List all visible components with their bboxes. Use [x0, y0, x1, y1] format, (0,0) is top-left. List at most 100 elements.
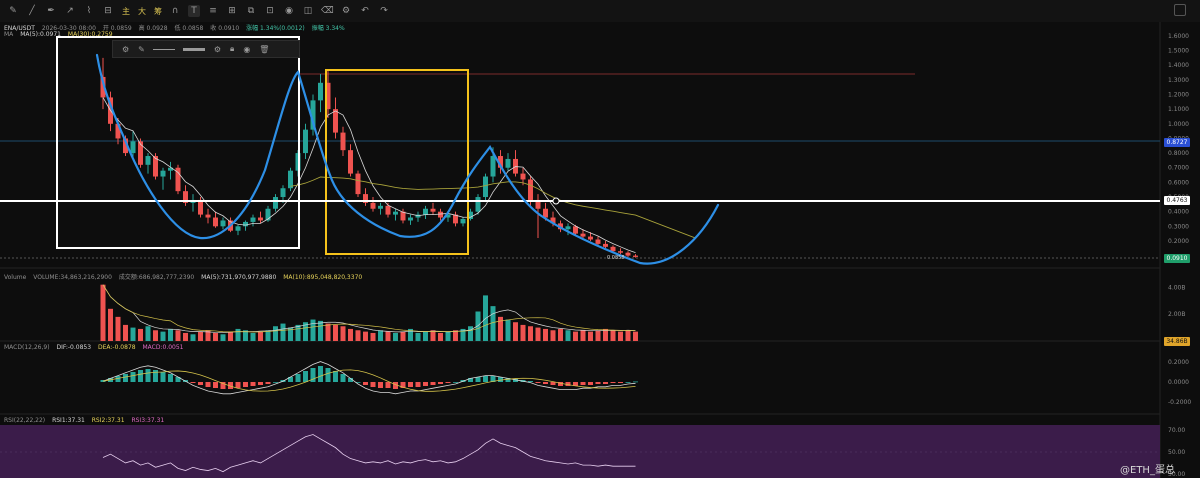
candle-body — [303, 129, 308, 154]
eye-icon[interactable]: ◉ — [243, 45, 250, 54]
candle-body — [145, 156, 151, 165]
volume-ma10-value: MA(10):895,048,820,3370 — [283, 274, 363, 281]
rsi2-value: RSI2:37.31 — [91, 417, 125, 424]
volume-bar — [468, 326, 473, 341]
settings-icon[interactable]: ⚙ — [122, 45, 129, 54]
macd-bar — [430, 382, 436, 385]
dif-line — [102, 361, 636, 395]
pen-icon[interactable]: ✎ — [138, 45, 145, 54]
macd-bar — [543, 382, 548, 384]
ma30-value: MA(30):0.2759 — [67, 31, 113, 38]
macd-bar — [535, 382, 541, 383]
line-width-selector[interactable] — [182, 47, 205, 51]
volume-bar — [625, 330, 631, 341]
volume-bar — [355, 330, 361, 341]
volume-bar — [370, 332, 376, 341]
price-axis-tick: 0.6000 — [1168, 179, 1189, 186]
volume-bar — [175, 330, 181, 341]
candle-body — [423, 208, 428, 215]
volume-bar — [213, 332, 218, 341]
candle-body — [580, 233, 586, 237]
volume-bar — [280, 323, 286, 341]
close-value: 收 0.0910 — [210, 25, 240, 32]
volume-bar — [168, 328, 173, 341]
candle-body — [273, 197, 278, 209]
horizontal-line-tag: 0.4763 — [1164, 196, 1190, 205]
volume-bar — [108, 308, 113, 341]
annotation-curve — [95, 53, 720, 265]
last-price-tag: 0.0910 — [1164, 254, 1190, 263]
macd-value: MACD:0.0051 — [142, 344, 184, 351]
price-axis-tick: 0.3000 — [1168, 223, 1189, 230]
volume-bar — [588, 331, 593, 341]
macd-axis-tick: -0.2000 — [1168, 399, 1191, 406]
candle-body — [280, 188, 286, 198]
price-axis-tick: 0.8000 — [1168, 150, 1189, 157]
ma5-value: MA(5):0.0971 — [20, 31, 61, 38]
volume-bar — [145, 326, 151, 341]
volume-bar — [520, 324, 526, 341]
volume-bar — [378, 330, 383, 341]
horizontal-line-handle[interactable] — [552, 197, 560, 205]
price-axis-tick: 1.2000 — [1168, 92, 1189, 99]
macd-bar — [610, 382, 616, 383]
lock-icon[interactable]: 🔒︎ — [230, 44, 234, 54]
macd-bar — [258, 382, 263, 385]
volume-bar — [183, 332, 188, 341]
volume-ma5-value: MA(5):731,970,977,9880 — [201, 274, 277, 281]
volume-bar — [415, 332, 421, 341]
candle-body — [138, 141, 143, 165]
dea-line — [102, 369, 636, 392]
volume-bar — [423, 331, 428, 341]
volume-bar — [445, 331, 451, 341]
low-value: 低 0.0858 — [174, 25, 204, 32]
macd-bar — [250, 382, 256, 386]
volume-bar — [190, 334, 196, 341]
gear-icon[interactable]: ⚙ — [214, 45, 221, 54]
watermark: @ETH_蛋总 — [1120, 465, 1175, 476]
macd-bar — [438, 382, 443, 384]
candle-body — [213, 217, 218, 227]
volume-bar — [618, 331, 623, 341]
current-price-tag: 0.8727 — [1164, 138, 1190, 147]
volume-bar — [160, 331, 166, 341]
line-style-selector[interactable] — [152, 48, 175, 50]
volume-bar — [580, 330, 586, 341]
volume-bar — [595, 330, 601, 341]
candle-body — [475, 197, 481, 212]
macd-bar — [160, 372, 166, 382]
macd-bar — [580, 382, 586, 385]
trash-icon[interactable]: 🗑︎ — [259, 45, 269, 54]
rsi-axis-tick: 50.00 — [1168, 449, 1185, 456]
candle-body — [370, 202, 376, 209]
macd-bar — [303, 371, 308, 382]
volume-ma10-line — [102, 284, 636, 333]
candle-body — [633, 255, 638, 257]
candle-body — [243, 221, 248, 227]
price-axis-tick: 1.4000 — [1168, 62, 1189, 69]
macd-bar — [385, 382, 391, 388]
macd-bar — [415, 382, 421, 387]
macd-bar — [588, 382, 593, 385]
volume-axis-tick: 2.00B — [1168, 311, 1185, 318]
volume-bar — [130, 327, 136, 341]
volume-bar — [235, 328, 241, 341]
volume-bar — [543, 328, 548, 341]
volume-bar — [138, 328, 143, 341]
candle-body — [198, 199, 203, 215]
candle-body — [460, 218, 466, 224]
volume-bar — [250, 332, 256, 341]
candle-body — [250, 217, 256, 222]
macd-bar — [333, 371, 338, 382]
macd-bar — [603, 382, 608, 384]
macd-bar — [235, 382, 241, 388]
volume-bar — [318, 320, 323, 341]
volume-bar — [385, 331, 391, 341]
low-price-label: 0.0858 — [607, 255, 625, 261]
volume-bar — [340, 326, 346, 341]
macd-bar — [340, 374, 346, 382]
volume-bar — [348, 328, 353, 341]
rsi3-value: RSI3:37.31 — [131, 417, 165, 424]
volume-bar — [198, 331, 203, 341]
price-axis-tick: 1.5000 — [1168, 48, 1189, 55]
